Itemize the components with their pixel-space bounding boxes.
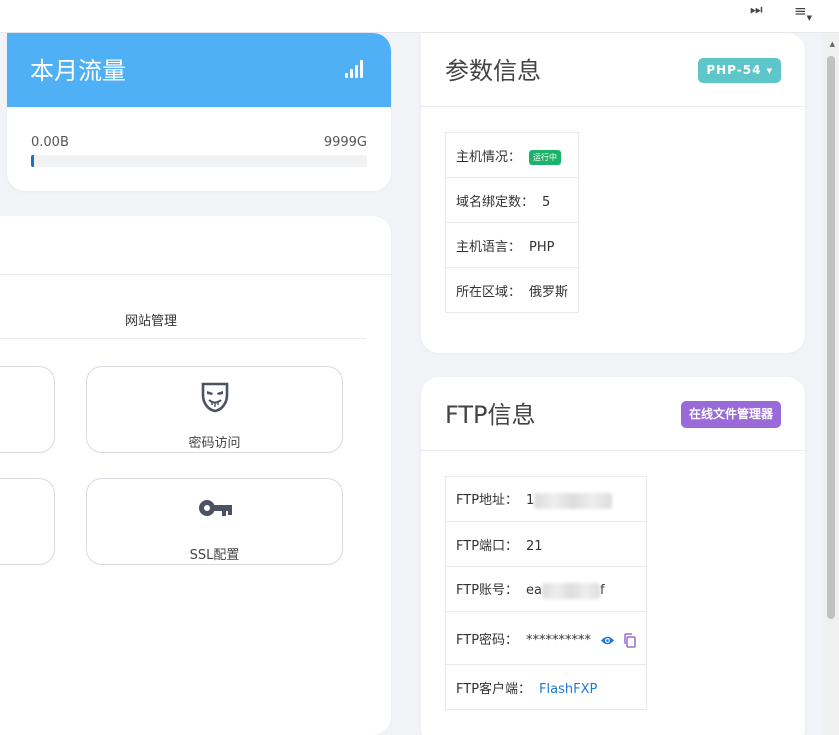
table-row: FTP地址： 1 (444, 476, 648, 522)
php-version-dropdown[interactable]: PHP-54 ▼ (698, 58, 781, 83)
ftp-card: FTP信息 在线文件管理器 FTP地址： 1 FTP端口： 21 FTP账号： ea f… (421, 377, 805, 735)
traffic-card-header: 本月流量 (7, 33, 391, 107)
password-access-tile[interactable]: 密码访问 (86, 366, 343, 453)
table-row: 域名绑定数： 5 (444, 177, 580, 223)
ftp-password-label: FTP密码： (456, 632, 519, 648)
table-row: FTP账号： ea f (444, 566, 648, 612)
traffic-card-body: 0.00B 9999G (7, 107, 391, 191)
ftp-client-label: FTP客户端： (456, 681, 532, 697)
traffic-card: 本月流量 0.00B 9999G (7, 33, 391, 191)
table-row: FTP端口： 21 (444, 521, 648, 567)
scroll-up-arrow-icon[interactable]: ▲ (830, 40, 835, 48)
site-management-title-rule (0, 338, 366, 339)
traffic-max-label: 9999G (323, 135, 367, 150)
ftp-title: FTP信息 (445, 401, 536, 429)
traffic-progress-bar (31, 155, 367, 167)
menu-icon[interactable]: ≡▼ (794, 2, 812, 22)
status-badge: 运行中 (529, 149, 562, 165)
params-table: 主机情况： 运行中 域名绑定数： 5 主机语言： PHP 所在区域： 俄罗斯 (444, 132, 580, 313)
table-row: 所在区域： 俄罗斯 (444, 267, 580, 313)
table-row: FTP客户端： FlashFXP (444, 664, 648, 710)
domains-value: 5 (542, 194, 551, 210)
site-management-divider (0, 274, 391, 275)
scrollbar-thumb[interactable] (827, 56, 835, 619)
php-version-label: PHP-54 (706, 63, 762, 77)
tile-hidden-2[interactable] (0, 478, 55, 565)
ssl-config-tile[interactable]: SSL配置 (86, 478, 343, 565)
table-row: 主机情况： 运行中 (444, 132, 580, 178)
ftp-port-value: 21 (526, 538, 543, 554)
skip-forward-icon[interactable]: ⏭ (750, 2, 763, 18)
ftp-password-value: ********** (526, 632, 592, 648)
tile-hidden-1[interactable] (0, 366, 55, 453)
ftp-account-label: FTP账号： (456, 583, 519, 599)
table-row: 主机语言： PHP (444, 222, 580, 268)
ftp-client-link[interactable]: FlashFXP (539, 682, 597, 697)
params-divider (421, 106, 805, 107)
masked-face-icon (201, 382, 228, 413)
language-value: PHP (529, 239, 555, 255)
ftp-account-prefix: ea (526, 583, 542, 599)
traffic-title: 本月流量 (30, 57, 126, 85)
ftp-address-label: FTP地址： (456, 493, 519, 509)
status-label: 主机情况： (456, 149, 522, 165)
file-manager-button[interactable]: 在线文件管理器 (680, 401, 781, 428)
traffic-min-label: 0.00B (31, 135, 69, 150)
ssl-config-label: SSL配置 (189, 548, 240, 563)
region-label: 所在区域： (456, 284, 522, 300)
ftp-divider (421, 450, 805, 451)
params-title: 参数信息 (445, 57, 541, 85)
caret-down-icon: ▼ (766, 67, 773, 75)
key-icon (198, 500, 232, 516)
redacted-address (534, 492, 613, 509)
params-card: 参数信息 PHP-54 ▼ 主机情况： 运行中 域名绑定数： 5 主机语言： PHP … (421, 33, 805, 353)
ftp-account-suffix: f (600, 583, 605, 599)
top-bar: ⏭ ≡▼ (0, 0, 839, 33)
signal-bars-icon (345, 60, 365, 78)
traffic-progress-fill (31, 155, 34, 167)
ftp-table: FTP地址： 1 FTP端口： 21 FTP账号： ea f FTP密码： *******… (444, 476, 648, 710)
eye-icon[interactable] (600, 635, 615, 646)
site-management-card: 网站管理 密码访问 SSL配置 (0, 216, 391, 735)
ftp-address-value: 1 (526, 493, 535, 509)
language-label: 主机语言： (456, 239, 522, 255)
ftp-port-label: FTP端口： (456, 538, 519, 554)
site-management-title: 网站管理 (125, 314, 178, 329)
copy-icon[interactable] (623, 632, 637, 648)
region-value: 俄罗斯 (529, 284, 569, 300)
domains-label: 域名绑定数： (456, 194, 535, 210)
redacted-account (542, 582, 600, 599)
table-row: FTP密码： ********** (444, 611, 648, 665)
password-access-label: 密码访问 (188, 436, 241, 451)
